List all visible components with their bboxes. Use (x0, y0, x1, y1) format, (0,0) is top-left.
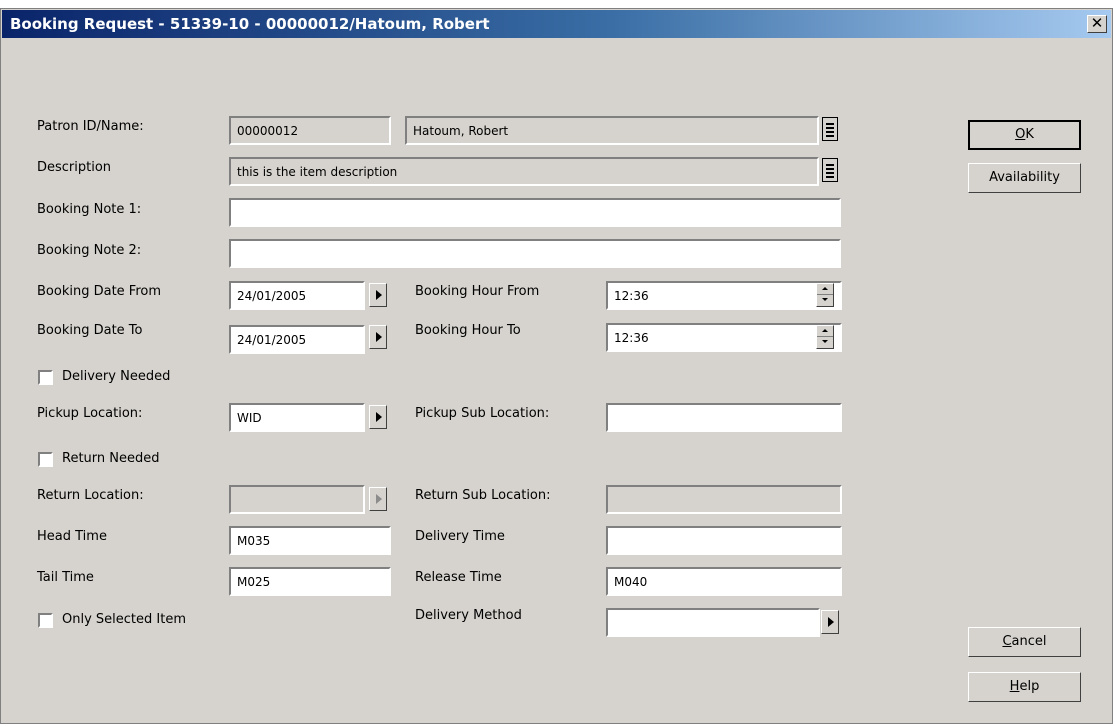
booking-note-2-label: Booking Note 2: (37, 243, 142, 258)
pickup-sub-location-input[interactable] (606, 403, 842, 432)
booking-date-from-input[interactable]: 24/01/2005 (229, 281, 365, 310)
booking-hour-from-input[interactable]: 12:36 (606, 281, 842, 310)
booking-hour-to-label: Booking Hour To (415, 323, 521, 338)
delivery-method-label: Delivery Method (415, 608, 522, 623)
return-location-picker-icon (369, 487, 387, 511)
close-icon[interactable]: ✕ (1087, 15, 1107, 33)
booking-note-1-label: Booking Note 1: (37, 202, 142, 217)
delivery-time-label: Delivery Time (415, 529, 505, 544)
pickup-sub-location-label: Pickup Sub Location: (415, 406, 550, 421)
pickup-location-input[interactable]: WID (229, 403, 365, 432)
booking-date-from-label: Booking Date From (37, 284, 162, 299)
return-sub-location-input (606, 485, 842, 514)
patron-id-field[interactable]: 00000012 (229, 116, 391, 145)
description-label: Description (37, 160, 112, 175)
date-from-picker-icon[interactable] (369, 283, 387, 307)
delivery-needed-checkbox[interactable] (38, 370, 53, 385)
release-time-input[interactable]: M040 (606, 567, 842, 596)
booking-hour-to-input[interactable]: 12:36 (606, 323, 842, 352)
delivery-method-picker-icon[interactable] (821, 610, 839, 634)
booking-note-2-input[interactable] (229, 239, 841, 268)
booking-date-to-input[interactable]: 24/01/2005 (229, 325, 365, 354)
date-to-picker-icon[interactable] (369, 325, 387, 349)
return-needed-checkbox[interactable] (38, 452, 53, 467)
title-bar: Booking Request - 51339-10 - 00000012/Ha… (2, 10, 1111, 38)
pickup-location-label: Pickup Location: (37, 406, 143, 421)
tail-time-input[interactable]: M025 (229, 567, 391, 596)
return-sub-location-label: Return Sub Location: (415, 488, 551, 503)
return-location-input (229, 485, 365, 514)
help-button[interactable]: Help (968, 672, 1081, 702)
hour-from-spinner-icon[interactable] (816, 283, 834, 307)
head-time-label: Head Time (37, 529, 107, 544)
booking-date-to-label: Booking Date To (37, 323, 143, 338)
pickup-location-picker-icon[interactable] (369, 405, 387, 429)
window-title: Booking Request - 51339-10 - 00000012/Ha… (10, 15, 490, 33)
only-selected-item-label: Only Selected Item (62, 612, 186, 627)
return-needed-label: Return Needed (62, 451, 160, 466)
patron-lookup-icon[interactable] (822, 117, 838, 141)
hour-to-spinner-icon[interactable] (816, 325, 834, 349)
booking-hour-from-label: Booking Hour From (415, 284, 540, 299)
delivery-time-input[interactable] (606, 526, 842, 555)
cancel-button[interactable]: Cancel (968, 627, 1081, 657)
description-lookup-icon[interactable] (822, 158, 838, 182)
only-selected-item-checkbox[interactable] (38, 613, 53, 628)
patron-name-field[interactable]: Hatoum, Robert (405, 116, 819, 145)
return-location-label: Return Location: (37, 488, 144, 503)
release-time-label: Release Time (415, 570, 502, 585)
delivery-method-input[interactable] (606, 608, 820, 637)
description-field[interactable]: this is the item description (229, 157, 819, 186)
head-time-input[interactable]: M035 (229, 526, 391, 555)
ok-button[interactable]: OK (968, 120, 1081, 150)
patron-label: Patron ID/Name: (37, 119, 144, 134)
delivery-needed-label: Delivery Needed (62, 369, 171, 384)
tail-time-label: Tail Time (37, 570, 94, 585)
booking-note-1-input[interactable] (229, 198, 841, 227)
availability-button[interactable]: Availability (968, 163, 1081, 193)
